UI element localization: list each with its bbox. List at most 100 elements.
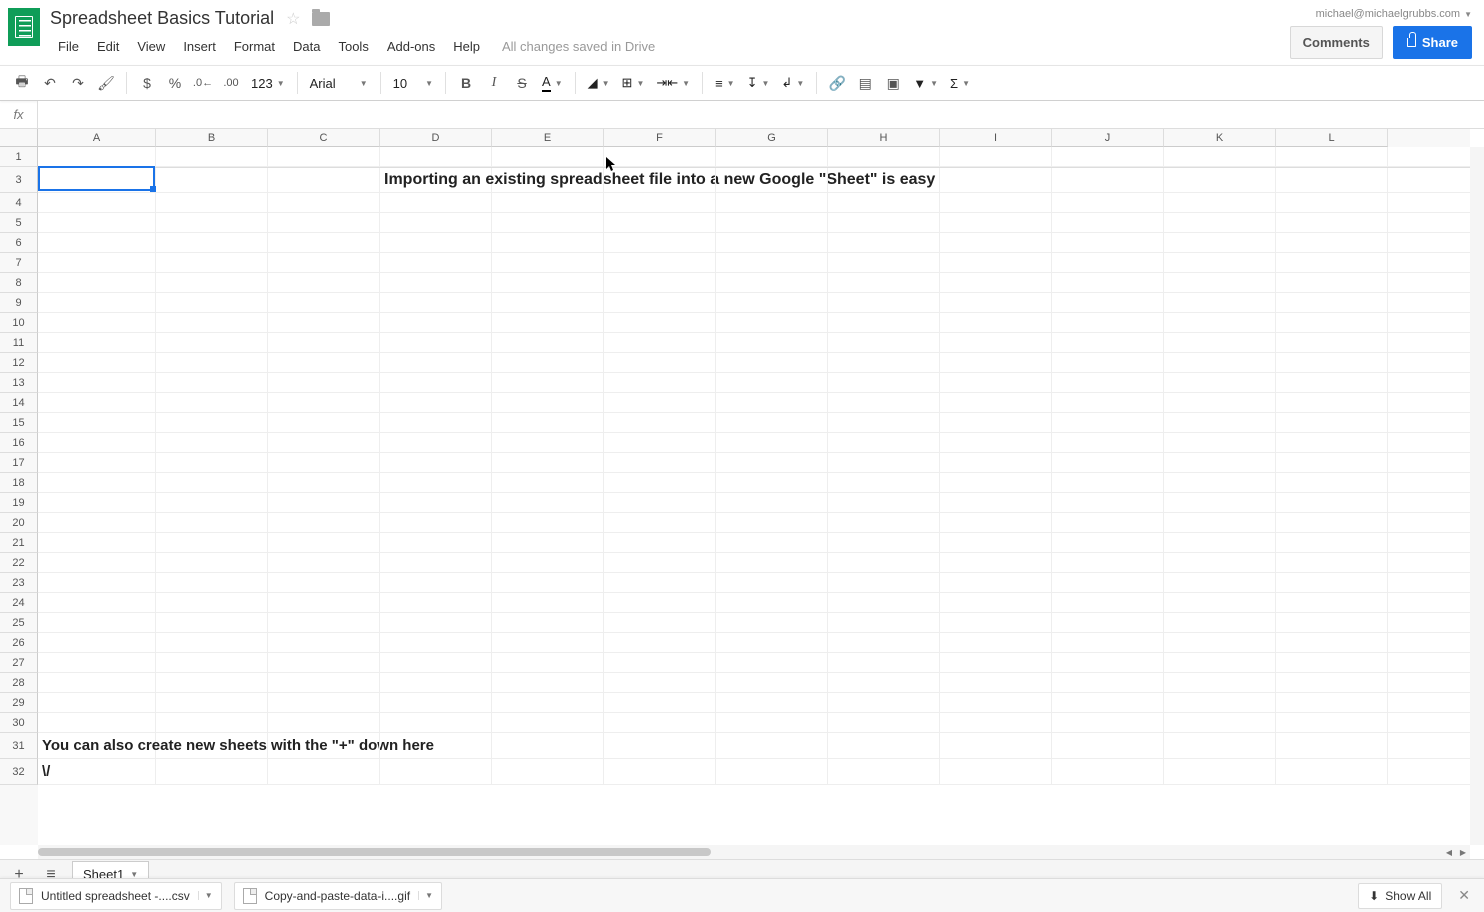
cell[interactable]	[380, 613, 492, 632]
column-header[interactable]: G	[716, 129, 828, 147]
cell[interactable]	[38, 147, 156, 166]
star-icon[interactable]: ☆	[286, 9, 300, 29]
horizontal-align-button[interactable]: ≡▼	[709, 69, 741, 97]
insert-comment-icon[interactable]: ▤	[851, 69, 879, 97]
row-header[interactable]: 29	[0, 693, 38, 713]
cell[interactable]	[380, 253, 492, 272]
cell[interactable]	[716, 273, 828, 292]
cell[interactable]	[1164, 413, 1276, 432]
cell[interactable]	[492, 353, 604, 372]
menu-tools[interactable]: Tools	[330, 35, 376, 58]
cell[interactable]	[1276, 253, 1388, 272]
cell[interactable]	[268, 373, 380, 392]
cell[interactable]	[1164, 493, 1276, 512]
show-all-downloads-button[interactable]: ⬇ Show All	[1358, 883, 1442, 909]
cell[interactable]	[1052, 573, 1164, 592]
row-header[interactable]: 8	[0, 273, 38, 293]
cell[interactable]	[940, 473, 1052, 492]
cell[interactable]	[604, 693, 716, 712]
cell[interactable]	[1276, 759, 1388, 784]
cell[interactable]	[828, 693, 940, 712]
row-header[interactable]: 24	[0, 593, 38, 613]
scroll-right-icon[interactable]: ▶	[1456, 845, 1470, 859]
row-header[interactable]: 23	[0, 573, 38, 593]
cell[interactable]	[156, 453, 268, 472]
cell[interactable]	[268, 713, 380, 732]
row-header[interactable]: 25	[0, 613, 38, 633]
cell[interactable]	[716, 253, 828, 272]
cell[interactable]	[604, 713, 716, 732]
cell[interactable]	[268, 693, 380, 712]
cell[interactable]	[38, 433, 156, 452]
cell[interactable]	[716, 633, 828, 652]
menu-insert[interactable]: Insert	[175, 35, 224, 58]
row-header[interactable]: 26	[0, 633, 38, 653]
cell[interactable]	[380, 353, 492, 372]
cell[interactable]	[828, 293, 940, 312]
cell[interactable]	[604, 193, 716, 212]
cell[interactable]	[268, 733, 380, 758]
cell[interactable]	[156, 373, 268, 392]
cell[interactable]	[940, 333, 1052, 352]
cell[interactable]	[156, 333, 268, 352]
cell[interactable]	[604, 333, 716, 352]
cell[interactable]	[828, 759, 940, 784]
cell[interactable]	[492, 613, 604, 632]
column-header[interactable]: F	[604, 129, 716, 147]
cell[interactable]	[380, 713, 492, 732]
cell[interactable]	[604, 233, 716, 252]
cell[interactable]	[1164, 693, 1276, 712]
row-header[interactable]: 12	[0, 353, 38, 373]
cell[interactable]	[268, 513, 380, 532]
column-header[interactable]: K	[1164, 129, 1276, 147]
undo-icon[interactable]: ↶	[36, 69, 64, 97]
download-item-csv[interactable]: Untitled spreadsheet -....csv ▼	[10, 882, 222, 910]
cell[interactable]	[156, 633, 268, 652]
cell[interactable]	[1052, 273, 1164, 292]
cell[interactable]	[38, 613, 156, 632]
cell[interactable]	[492, 333, 604, 352]
cell[interactable]	[156, 233, 268, 252]
cell[interactable]	[380, 633, 492, 652]
cell[interactable]	[1276, 293, 1388, 312]
cell[interactable]	[38, 573, 156, 592]
bold-button[interactable]: B	[452, 69, 480, 97]
cell[interactable]	[156, 313, 268, 332]
cell[interactable]	[1164, 433, 1276, 452]
cell[interactable]	[492, 533, 604, 552]
print-icon[interactable]: 🖶	[8, 69, 36, 97]
cell[interactable]	[604, 533, 716, 552]
cell[interactable]	[1276, 473, 1388, 492]
cell[interactable]	[1052, 453, 1164, 472]
cell[interactable]	[38, 553, 156, 572]
cell[interactable]	[1276, 393, 1388, 412]
cell[interactable]	[38, 493, 156, 512]
cell[interactable]	[492, 453, 604, 472]
cell[interactable]	[380, 693, 492, 712]
cell[interactable]	[828, 313, 940, 332]
cell[interactable]	[1164, 313, 1276, 332]
row-header[interactable]: 6	[0, 233, 38, 253]
select-all-corner[interactable]	[0, 129, 38, 147]
filter-button[interactable]: ▼▼	[907, 69, 944, 97]
cell[interactable]	[156, 493, 268, 512]
cell[interactable]	[828, 713, 940, 732]
cell[interactable]	[1164, 193, 1276, 212]
cell[interactable]	[716, 533, 828, 552]
cell[interactable]	[1052, 333, 1164, 352]
cell[interactable]	[268, 353, 380, 372]
cell[interactable]	[940, 413, 1052, 432]
cell[interactable]	[716, 413, 828, 432]
cell[interactable]	[38, 293, 156, 312]
cell[interactable]	[1052, 533, 1164, 552]
fill-color-button[interactable]: ◢▼	[582, 69, 616, 97]
cell[interactable]	[380, 673, 492, 692]
menu-data[interactable]: Data	[285, 35, 328, 58]
cell[interactable]	[38, 653, 156, 672]
cell[interactable]	[828, 393, 940, 412]
cell[interactable]	[1276, 713, 1388, 732]
cell[interactable]	[1276, 653, 1388, 672]
cell[interactable]	[492, 553, 604, 572]
cell[interactable]	[38, 273, 156, 292]
cell[interactable]	[604, 433, 716, 452]
